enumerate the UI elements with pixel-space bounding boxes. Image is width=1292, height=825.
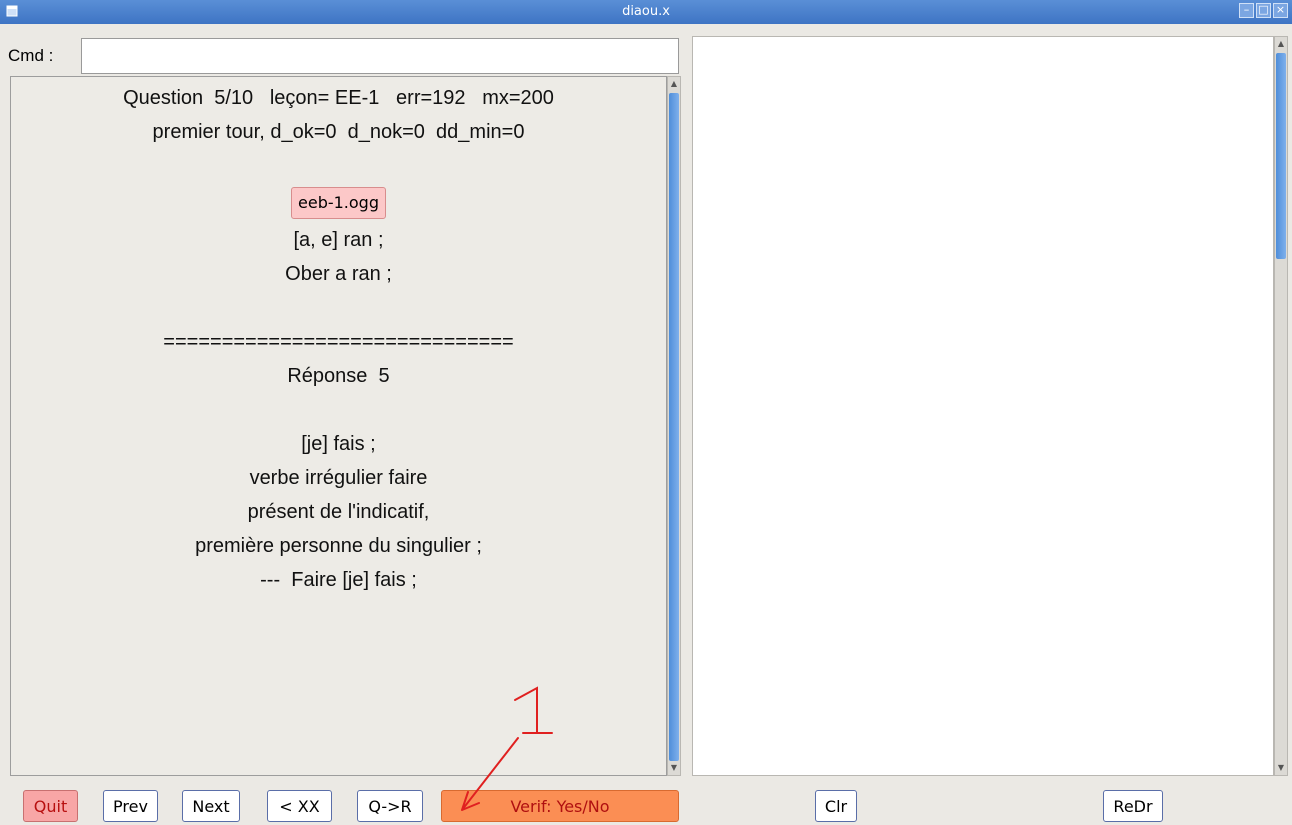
question-status: premier tour, d_ok=0 d_nok=0 dd_min=0 bbox=[152, 121, 525, 143]
scroll-thumb[interactable] bbox=[669, 93, 679, 761]
question-to-response-button[interactable]: Q->R bbox=[357, 790, 423, 822]
scroll-thumb[interactable] bbox=[1276, 53, 1286, 259]
output-panel[interactable] bbox=[692, 36, 1274, 776]
back-xx-button[interactable]: < XX bbox=[267, 790, 332, 822]
cmd-row: Cmd : bbox=[8, 38, 680, 76]
close-icon[interactable]: × bbox=[1273, 3, 1288, 18]
response-text-5: --- Faire [je] fais ; bbox=[260, 569, 417, 591]
question-scrollbar[interactable]: ▲ ▼ bbox=[667, 76, 681, 776]
window-title: diaou.x bbox=[622, 4, 670, 19]
response-text-1: [je] fais ; bbox=[301, 433, 376, 455]
response-text-2: verbe irrégulier faire bbox=[249, 467, 428, 489]
response-text-4: première personne du singulier ; bbox=[195, 535, 482, 557]
next-button[interactable]: Next bbox=[182, 790, 240, 822]
redraw-button[interactable]: ReDr bbox=[1103, 790, 1163, 822]
audio-play-button[interactable]: eeb-1.ogg bbox=[291, 187, 386, 219]
question-content: Question 5/10 leçon= EE-1 err=192 mx=200… bbox=[11, 81, 666, 597]
quit-button[interactable]: Quit bbox=[23, 790, 78, 822]
scroll-down-icon[interactable]: ▼ bbox=[1276, 762, 1286, 774]
window-titlebar: diaou.x – □ × bbox=[0, 0, 1292, 24]
scroll-down-icon[interactable]: ▼ bbox=[669, 762, 679, 774]
window-controls: – □ × bbox=[1239, 3, 1288, 18]
clear-button[interactable]: Clr bbox=[815, 790, 857, 822]
question-text-2: Ober a ran ; bbox=[285, 263, 392, 285]
response-text-3: présent de l'indicatif, bbox=[247, 501, 430, 523]
maximize-icon[interactable]: □ bbox=[1256, 3, 1271, 18]
scroll-up-icon[interactable]: ▲ bbox=[669, 78, 679, 90]
output-scrollbar[interactable]: ▲ ▼ bbox=[1274, 36, 1288, 776]
minimize-icon[interactable]: – bbox=[1239, 3, 1254, 18]
question-text-1: [a, e] ran ; bbox=[293, 229, 384, 251]
response-title: Réponse 5 bbox=[287, 365, 390, 387]
scroll-up-icon[interactable]: ▲ bbox=[1276, 38, 1286, 50]
question-panel: Question 5/10 leçon= EE-1 err=192 mx=200… bbox=[10, 76, 667, 776]
prev-button[interactable]: Prev bbox=[103, 790, 158, 822]
separator: ============================== bbox=[163, 331, 514, 353]
cmd-input[interactable] bbox=[81, 38, 679, 74]
verif-button[interactable]: Verif: Yes/No bbox=[441, 790, 679, 822]
question-header: Question 5/10 leçon= EE-1 err=192 mx=200 bbox=[123, 87, 554, 109]
cmd-label: Cmd : bbox=[8, 46, 54, 65]
